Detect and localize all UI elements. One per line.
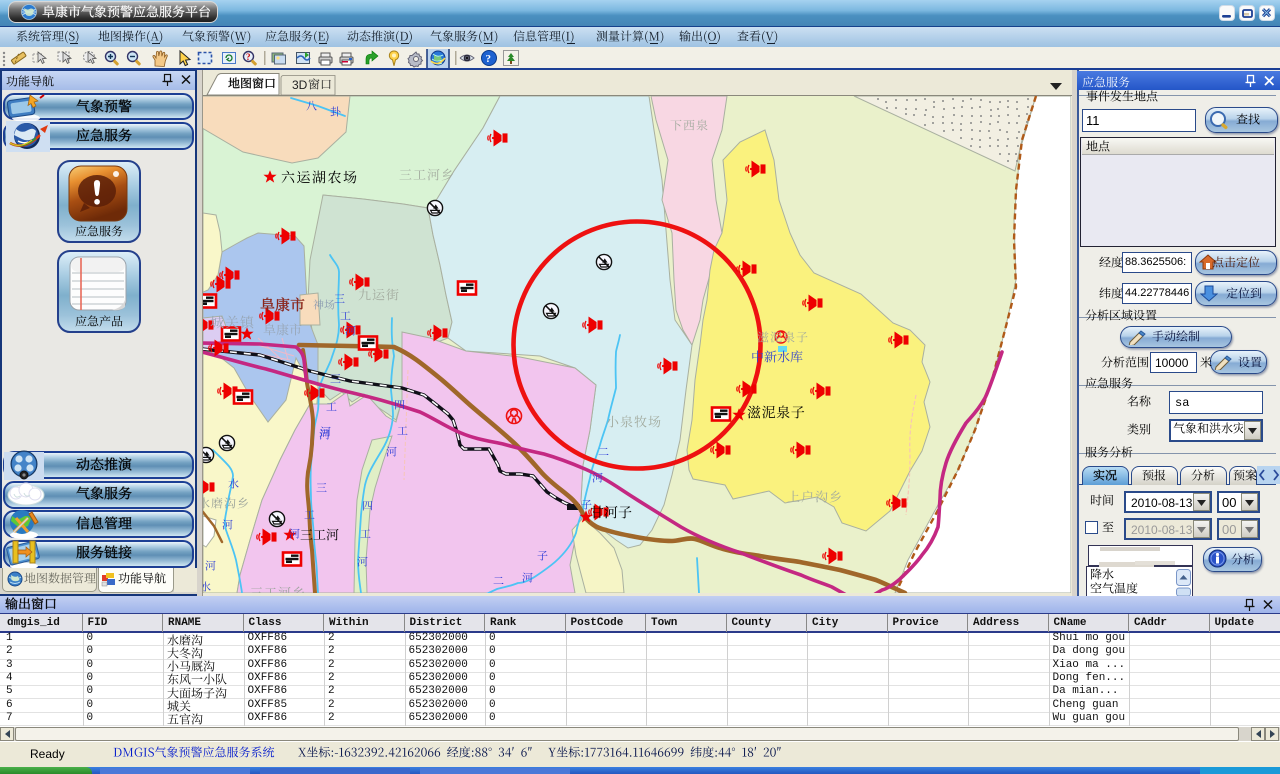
svg-text:?: ? bbox=[246, 52, 251, 62]
svg-text:?: ? bbox=[486, 53, 492, 65]
